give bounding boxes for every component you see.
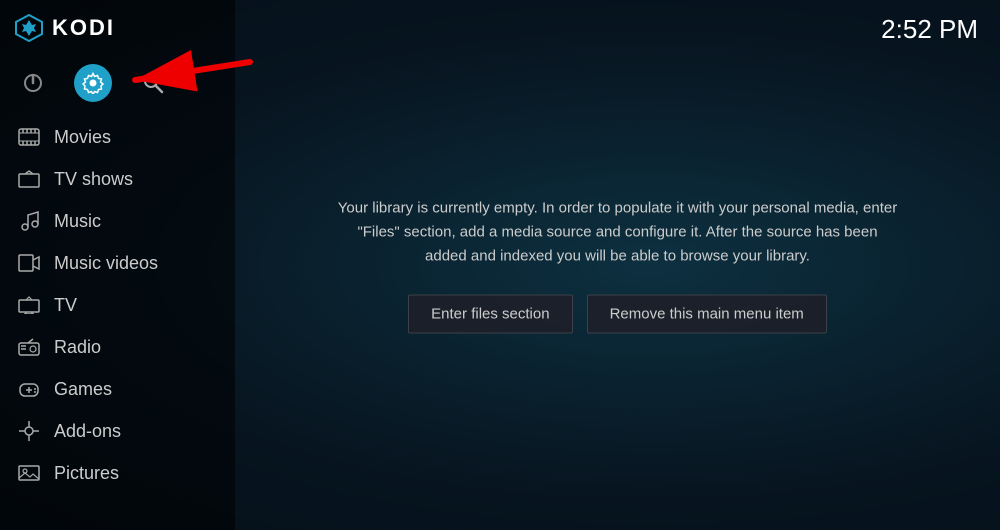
sidebar-item-movies[interactable]: Movies bbox=[0, 116, 235, 158]
pictures-icon bbox=[18, 462, 40, 484]
library-buttons: Enter files section Remove this main men… bbox=[318, 295, 918, 334]
settings-button[interactable] bbox=[74, 64, 112, 102]
tvshows-label: TV shows bbox=[54, 169, 133, 190]
search-icon bbox=[142, 72, 164, 94]
sidebar-item-tvshows[interactable]: TV shows bbox=[0, 158, 235, 200]
tv-icon bbox=[18, 294, 40, 316]
musicvideos-label: Music videos bbox=[54, 253, 158, 274]
musicvideos-icon bbox=[18, 252, 40, 274]
sidebar-item-pictures[interactable]: Pictures bbox=[0, 452, 235, 494]
sidebar-item-music[interactable]: Music bbox=[0, 200, 235, 242]
sidebar-item-tv[interactable]: TV bbox=[0, 284, 235, 326]
remove-menu-item-button[interactable]: Remove this main menu item bbox=[587, 295, 827, 334]
library-message: Your library is currently empty. In orde… bbox=[318, 197, 918, 269]
kodi-logo: KODI bbox=[14, 13, 115, 43]
search-button[interactable] bbox=[134, 64, 172, 102]
pictures-label: Pictures bbox=[54, 463, 119, 484]
sidebar: KODI bbox=[0, 0, 235, 530]
sidebar-item-addons[interactable]: Add-ons bbox=[0, 410, 235, 452]
games-label: Games bbox=[54, 379, 112, 400]
sidebar-item-games[interactable]: Games bbox=[0, 368, 235, 410]
sidebar-item-musicvideos[interactable]: Music videos bbox=[0, 242, 235, 284]
radio-icon bbox=[18, 336, 40, 358]
music-icon bbox=[18, 210, 40, 232]
enter-files-button[interactable]: Enter files section bbox=[408, 295, 572, 334]
kodi-logo-bar: KODI bbox=[0, 0, 235, 55]
tvshows-icon bbox=[18, 168, 40, 190]
header-icons-row bbox=[0, 55, 235, 110]
sidebar-item-radio[interactable]: Radio bbox=[0, 326, 235, 368]
radio-label: Radio bbox=[54, 337, 101, 358]
addons-label: Add-ons bbox=[54, 421, 121, 442]
power-icon bbox=[22, 72, 44, 94]
main-content: 2:52 PM Your library is currently empty.… bbox=[235, 0, 1000, 530]
navigation-menu: Movies TV shows Music Music videos bbox=[0, 110, 235, 494]
movies-label: Movies bbox=[54, 127, 111, 148]
power-button[interactable] bbox=[14, 64, 52, 102]
music-label: Music bbox=[54, 211, 101, 232]
kodi-icon bbox=[14, 13, 44, 43]
library-area: Your library is currently empty. In orde… bbox=[318, 197, 918, 334]
tv-label: TV bbox=[54, 295, 77, 316]
addons-icon bbox=[18, 420, 40, 442]
time-display: 2:52 PM bbox=[881, 14, 978, 45]
games-icon bbox=[18, 378, 40, 400]
kodi-title: KODI bbox=[52, 15, 115, 41]
settings-icon bbox=[82, 72, 104, 94]
movies-icon bbox=[18, 126, 40, 148]
